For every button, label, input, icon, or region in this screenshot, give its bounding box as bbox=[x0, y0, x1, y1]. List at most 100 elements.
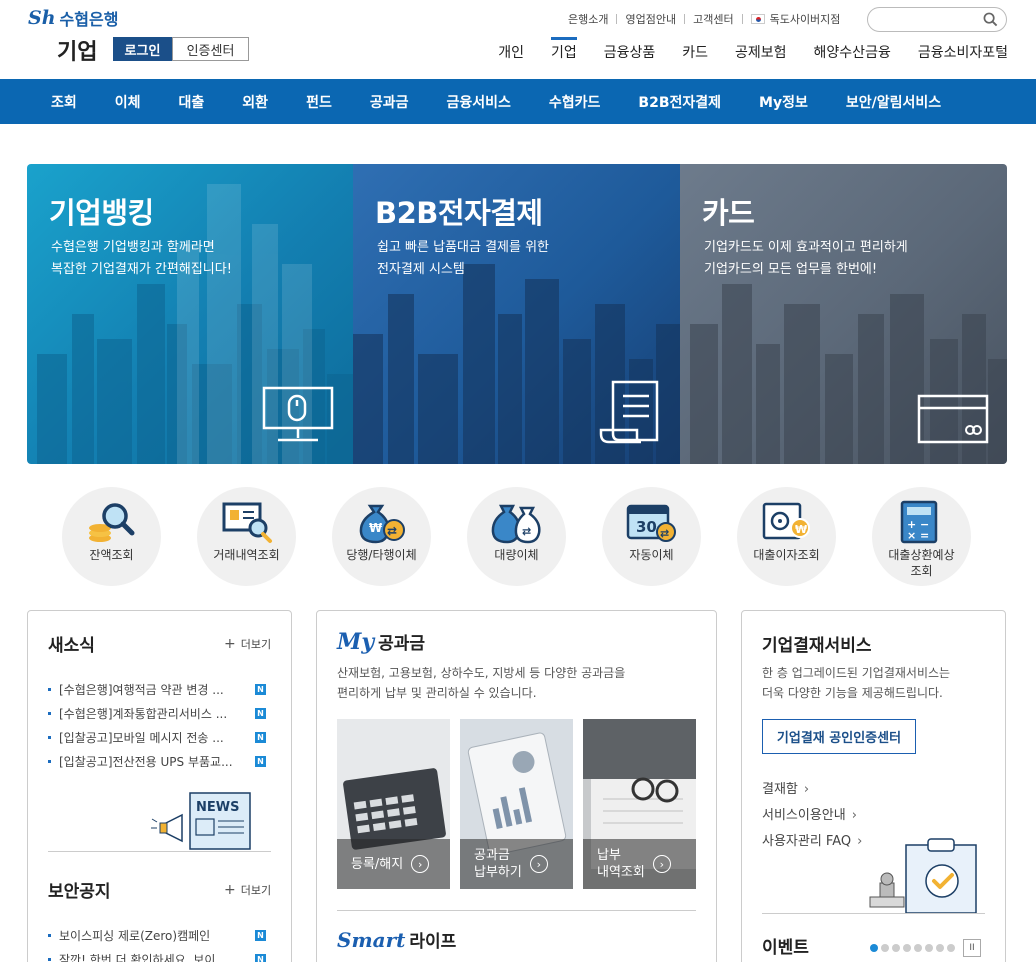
nav-personal[interactable]: 개인 bbox=[498, 42, 524, 64]
money-bag-exchange-icon: ₩ ⇄ bbox=[359, 504, 405, 544]
util-link-branch[interactable]: 영업점안내 bbox=[625, 11, 676, 27]
money-bags-icon: ⇄ bbox=[491, 504, 541, 544]
quick-transaction-history[interactable]: 거래내역조회 bbox=[197, 487, 296, 586]
subnav-utility-bills[interactable]: 공과금 bbox=[370, 92, 409, 112]
security-item[interactable]: 보이스피싱 제로(Zero)캠페인 N bbox=[48, 923, 266, 947]
separator bbox=[616, 14, 618, 24]
news-item[interactable]: [입찰공고]전산전용 UPS 부품교... N bbox=[48, 749, 266, 773]
slide-dot[interactable] bbox=[903, 944, 911, 952]
subnav-b2b[interactable]: B2B전자결제 bbox=[638, 92, 721, 112]
nav-products[interactable]: 금융상품 bbox=[604, 42, 656, 64]
nav-card[interactable]: 카드 bbox=[682, 42, 708, 64]
subnav-forex[interactable]: 외환 bbox=[242, 92, 268, 112]
logo[interactable]: Sh 수협은행 bbox=[28, 6, 118, 30]
calendar-30-icon: 30 ⇄ bbox=[626, 504, 676, 542]
news-item[interactable]: [입찰공고]모바일 메시지 전송 ... N bbox=[48, 725, 266, 749]
link-approval-box[interactable]: 결재함 bbox=[762, 778, 862, 804]
util-link-dokdo[interactable]: 독도사이버지점 bbox=[770, 11, 841, 27]
subnav-suhyup-card[interactable]: 수협카드 bbox=[549, 92, 601, 112]
hero-desc-line2: 복잡한 기업결재가 간편해집니다! bbox=[51, 262, 232, 277]
my-bills-title-italic: My bbox=[337, 629, 375, 655]
nav-marine-finance[interactable]: 해양수산금융 bbox=[814, 42, 891, 64]
tile-pay[interactable]: 공과금 납부하기 › bbox=[460, 719, 573, 889]
news-item[interactable]: [수협은행]여행적금 약관 변경 ... N bbox=[48, 677, 266, 701]
svg-text:× =: × = bbox=[907, 529, 929, 542]
subnav-transfer[interactable]: 이체 bbox=[115, 92, 141, 112]
pause-icon[interactable]: II bbox=[963, 939, 981, 957]
nav-consumer-portal[interactable]: 금융소비자포털 bbox=[918, 42, 1008, 64]
my-bills-panel: My 공과금 산재보험, 고용보험, 상하수도, 지방세 등 다양한 공과금을 … bbox=[316, 610, 717, 962]
main-nav: 개인 기업 금융상품 카드 공제보험 해양수산금융 금융소비자포털 bbox=[471, 37, 1008, 64]
quick-label: 당행/타행이체 bbox=[346, 548, 417, 562]
nav-insurance[interactable]: 공제보험 bbox=[735, 42, 787, 64]
security-title: 보안공지 bbox=[48, 882, 111, 902]
slide-dot[interactable] bbox=[925, 944, 933, 952]
my-bills-desc: 산재보험, 고용보험, 상하수도, 지방세 등 다양한 공과금을 편리하게 납부… bbox=[337, 663, 625, 703]
security-item[interactable]: 잠깐! 한번 더 확인하세요. 보이... N bbox=[48, 947, 266, 962]
new-badge: N bbox=[255, 755, 266, 767]
hero-panel-b2b[interactable]: B2B전자결제 쉽고 빠른 납품대금 결제를 위한 전자결제 시스템 bbox=[353, 164, 680, 464]
util-link-customer[interactable]: 고객센터 bbox=[693, 11, 733, 27]
tile-caption: 등록/해지 › bbox=[337, 839, 450, 889]
nav-business[interactable]: 기업 bbox=[550, 37, 577, 64]
quick-label: 대출이자조회 bbox=[753, 548, 820, 562]
security-list: 보이스피싱 제로(Zero)캠페인 N 잠깐! 한번 더 확인하세요. 보이...… bbox=[48, 923, 266, 962]
news-more-link[interactable]: 더보기 bbox=[224, 636, 271, 652]
quick-loan-repayment[interactable]: + − × = 대출상환예상 조회 bbox=[872, 487, 971, 586]
hero-desc: 수협은행 기업뱅킹과 함께라면 복잡한 기업결재가 간편해집니다! bbox=[51, 237, 351, 281]
hero-panel-banking[interactable]: 기업뱅킹 수협은행 기업뱅킹과 함께라면 복잡한 기업결재가 간편해집니다! bbox=[27, 164, 353, 464]
quick-balance-inquiry[interactable]: 잔액조회 bbox=[62, 487, 161, 586]
hero-banner: 기업뱅킹 수협은행 기업뱅킹과 함께라면 복잡한 기업결재가 간편해집니다! B… bbox=[27, 164, 1007, 464]
security-more-link[interactable]: 더보기 bbox=[224, 882, 271, 898]
quick-transfer[interactable]: ₩ ⇄ 당행/타행이체 bbox=[332, 487, 431, 586]
quick-auto-transfer[interactable]: 30 ⇄ 자동이체 bbox=[602, 487, 701, 586]
smart-life-title: Smart 라이프 bbox=[337, 927, 456, 952]
slide-dot[interactable] bbox=[947, 944, 955, 952]
korea-flag-icon bbox=[750, 14, 765, 24]
section-title: 기업 bbox=[57, 40, 98, 65]
cert-center-link-button[interactable]: 기업결재 공인인증센터 bbox=[762, 719, 916, 754]
search-icon[interactable] bbox=[983, 12, 998, 27]
tile-register[interactable]: 등록/해지 › bbox=[337, 719, 450, 889]
subnav-security[interactable]: 보안/알림서비스 bbox=[846, 92, 941, 112]
quick-bulk-transfer[interactable]: ⇄ 대량이체 bbox=[467, 487, 566, 586]
news-item[interactable]: [수협은행]계좌통합관리서비스 ... N bbox=[48, 701, 266, 725]
link-service-guide[interactable]: 서비스이용안내 bbox=[762, 804, 862, 830]
magnifier-coins-icon bbox=[89, 503, 135, 542]
util-link-about[interactable]: 은행소개 bbox=[568, 11, 608, 27]
cert-center-button[interactable]: 인증센터 bbox=[172, 37, 249, 61]
tile-label: 납부 내역조회 bbox=[597, 848, 645, 880]
hero-panel-card[interactable]: 카드 기업카드도 이제 효과적이고 편리하게 기업카드의 모든 업무를 한번에! bbox=[680, 164, 1007, 464]
credit-card-icon bbox=[917, 394, 989, 444]
hero-desc: 기업카드도 이제 효과적이고 편리하게 기업카드의 모든 업무를 한번에! bbox=[704, 237, 1004, 281]
subnav-my-info[interactable]: My정보 bbox=[759, 92, 808, 112]
new-badge: N bbox=[255, 953, 266, 962]
my-bills-title: My 공과금 bbox=[337, 629, 425, 655]
news-tag: NEWS bbox=[196, 800, 239, 815]
slide-dot[interactable] bbox=[881, 944, 889, 952]
subnav-financial-services[interactable]: 금융서비스 bbox=[446, 92, 510, 112]
quick-loan-interest[interactable]: ₩ 대출이자조회 bbox=[737, 487, 836, 586]
link-user-faq[interactable]: 사용자관리 FAQ bbox=[762, 830, 862, 856]
subnav-fund[interactable]: 펀드 bbox=[306, 92, 332, 112]
tile-history[interactable]: 납부 내역조회 › bbox=[583, 719, 696, 889]
tile-caption: 공과금 납부하기 › bbox=[460, 839, 573, 889]
divider bbox=[48, 851, 271, 852]
news-title: 새소식 bbox=[48, 636, 95, 656]
logo-name: 수협은행 bbox=[59, 10, 119, 29]
quick-label: 거래내역조회 bbox=[213, 548, 280, 562]
hero-desc: 쉽고 빠른 납품대금 결제를 위한 전자결제 시스템 bbox=[377, 237, 677, 281]
slide-dot[interactable] bbox=[870, 944, 878, 952]
search-input[interactable] bbox=[878, 9, 983, 31]
slide-dot[interactable] bbox=[914, 944, 922, 952]
login-button[interactable]: 로그인 bbox=[113, 37, 172, 61]
my-bills-desc-line1: 산재보험, 고용보험, 상하수도, 지방세 등 다양한 공과금을 bbox=[337, 666, 626, 680]
separator bbox=[741, 14, 743, 24]
subnav-loan[interactable]: 대출 bbox=[179, 92, 205, 112]
svg-text:₩: ₩ bbox=[369, 521, 383, 535]
slide-dot[interactable] bbox=[936, 944, 944, 952]
logo-mark: Sh bbox=[28, 7, 56, 29]
subnav-inquiry[interactable]: 조회 bbox=[51, 92, 77, 112]
svg-text:₩: ₩ bbox=[795, 523, 807, 536]
slide-dot[interactable] bbox=[892, 944, 900, 952]
